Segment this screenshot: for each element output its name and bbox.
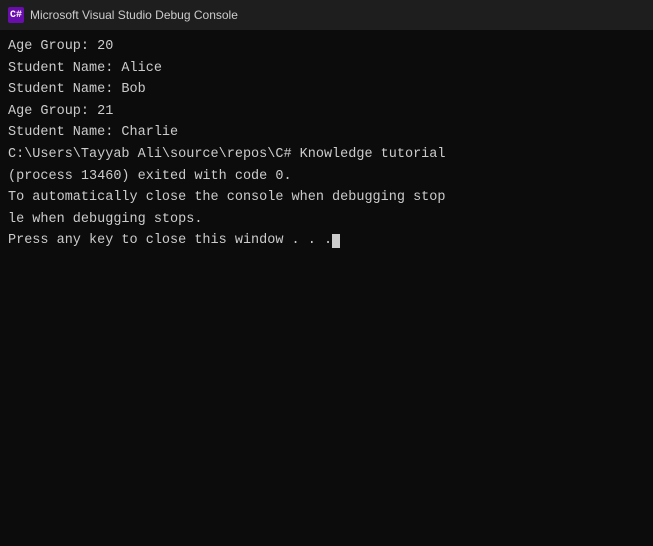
cursor — [332, 234, 340, 248]
console-line: Student Name: Alice — [8, 58, 645, 80]
app-icon: C# — [8, 7, 24, 23]
console-line: Age Group: 21 — [8, 101, 645, 123]
console-line: Press any key to close this window . . . — [8, 230, 645, 252]
console-line: Student Name: Charlie — [8, 122, 645, 144]
console-line: To automatically close the console when … — [8, 187, 645, 209]
console-line: (process 13460) exited with code 0. — [8, 166, 645, 188]
console-line: C:\Users\Tayyab Ali\source\repos\C# Know… — [8, 144, 645, 166]
console-line: Age Group: 20 — [8, 36, 645, 58]
console-area: Age Group: 20Student Name: AliceStudent … — [0, 30, 653, 546]
console-line: le when debugging stops. — [8, 209, 645, 231]
title-bar: C# Microsoft Visual Studio Debug Console — [0, 0, 653, 30]
console-line: Student Name: Bob — [8, 79, 645, 101]
window-title: Microsoft Visual Studio Debug Console — [30, 8, 238, 22]
